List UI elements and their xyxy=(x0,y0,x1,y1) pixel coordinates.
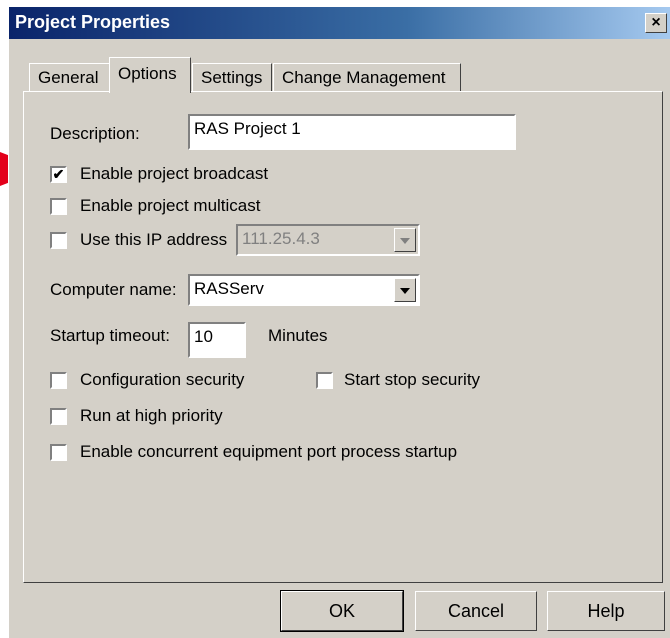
cancel-button[interactable]: Cancel xyxy=(415,591,537,631)
options-panel: Description: RAS Project 1 ✔ Enable proj… xyxy=(23,91,663,583)
close-button[interactable]: × xyxy=(645,13,667,33)
ip-address-value: 111.25.4.3 xyxy=(242,229,320,248)
ok-button[interactable]: OK xyxy=(280,590,404,632)
high-priority-checkbox[interactable] xyxy=(50,408,67,425)
tab-general[interactable]: General xyxy=(29,63,111,91)
broadcast-checkbox[interactable]: ✔ xyxy=(50,166,67,183)
startup-timeout-label: Startup timeout: xyxy=(50,326,171,345)
check-icon: ✔ xyxy=(52,166,65,182)
config-security-label: Configuration security xyxy=(80,370,245,389)
help-button[interactable]: Help xyxy=(547,591,665,631)
multicast-label: Enable project multicast xyxy=(80,196,261,215)
concurrent-startup-checkbox[interactable] xyxy=(50,444,67,461)
start-stop-security-checkbox[interactable] xyxy=(316,372,333,389)
ip-label: Use this IP address xyxy=(80,230,228,249)
start-stop-security-label: Start stop security xyxy=(344,370,481,389)
tab-options[interactable]: Options xyxy=(109,57,191,93)
window-title: Project Properties xyxy=(15,12,171,32)
config-security-checkbox[interactable] xyxy=(50,372,67,389)
ip-address-select[interactable]: 111.25.4.3 xyxy=(236,224,420,256)
concurrent-startup-label: Enable concurrent equipment port process… xyxy=(80,442,458,461)
broadcast-label: Enable project broadcast xyxy=(80,164,269,183)
tab-settings[interactable]: Settings xyxy=(192,63,272,91)
high-priority-label: Run at high priority xyxy=(80,406,223,425)
tab-change-management[interactable]: Change Management xyxy=(273,63,461,91)
description-field[interactable]: RAS Project 1 xyxy=(188,114,516,150)
title-bar: Project Properties × xyxy=(9,7,670,39)
project-properties-dialog: Project Properties × General Options Set… xyxy=(8,6,670,638)
computer-name-value: RASServ xyxy=(194,279,264,298)
ip-checkbox[interactable] xyxy=(50,232,67,249)
computer-name-select[interactable]: RASServ xyxy=(188,274,420,306)
multicast-checkbox[interactable] xyxy=(50,198,67,215)
startup-timeout-unit: Minutes xyxy=(268,326,328,345)
description-label: Description: xyxy=(50,124,140,143)
chevron-down-icon xyxy=(394,228,416,252)
chevron-down-icon[interactable] xyxy=(394,278,416,302)
startup-timeout-field[interactable]: 10 xyxy=(188,322,246,358)
computer-name-label: Computer name: xyxy=(50,280,177,299)
